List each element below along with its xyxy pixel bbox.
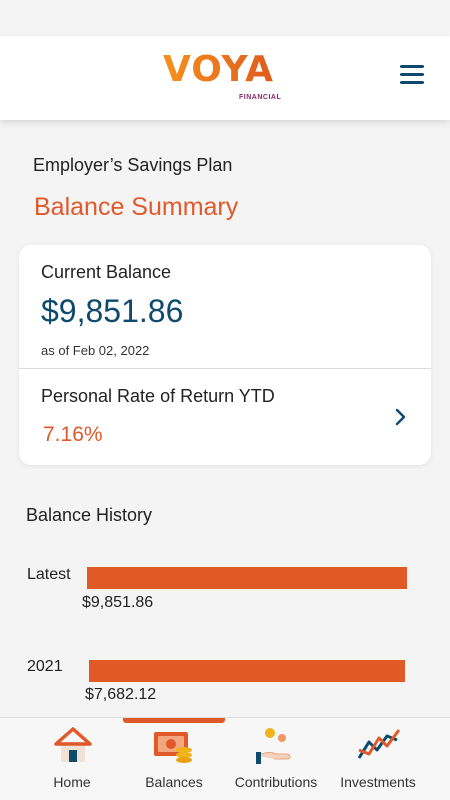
app-header: VOYA FINANCIAL bbox=[0, 36, 450, 120]
rate-of-return-row[interactable]: Personal Rate of Return YTD 7.16% bbox=[19, 369, 431, 465]
rate-of-return-label: Personal Rate of Return YTD bbox=[41, 386, 275, 406]
contributions-icon bbox=[256, 728, 291, 764]
tab-label: Contributions bbox=[234, 774, 318, 790]
tab-home[interactable]: Home bbox=[22, 718, 122, 800]
tab-label: Home bbox=[53, 774, 91, 790]
history-bar bbox=[87, 567, 407, 589]
tab-label: Investments bbox=[340, 774, 416, 790]
history-row-label: Latest bbox=[27, 566, 71, 583]
history-amount: $7,682.12 bbox=[85, 686, 157, 703]
history-amount: $9,851.86 bbox=[82, 594, 154, 611]
tab-investments[interactable]: Investments bbox=[327, 718, 429, 800]
tab-label: Balances bbox=[145, 774, 203, 790]
status-bar bbox=[0, 0, 450, 36]
tab-contributions[interactable]: Contributions bbox=[226, 718, 326, 800]
current-balance-label: Current Balance bbox=[41, 262, 172, 282]
chevron-right-icon[interactable] bbox=[393, 407, 409, 427]
balance-history-title: Balance History bbox=[26, 505, 153, 525]
voya-logo[interactable]: VOYA FINANCIAL bbox=[163, 50, 287, 110]
plan-name: Employer’s Savings Plan bbox=[33, 155, 233, 175]
as-of-date: as of Feb 02, 2022 bbox=[41, 343, 150, 358]
balances-icon bbox=[154, 732, 192, 763]
page-title: Balance Summary bbox=[34, 193, 239, 221]
balance-summary-card: Current Balance $9,851.86 as of Feb 02, … bbox=[19, 245, 431, 465]
history-bar bbox=[89, 660, 405, 682]
bottom-tab-bar: Home Balances Contributions Investments bbox=[0, 717, 450, 800]
investments-icon bbox=[357, 729, 401, 759]
history-row-label: 2021 bbox=[27, 658, 63, 675]
rate-of-return-value: 7.16% bbox=[43, 423, 103, 446]
logo-subtitle: FINANCIAL bbox=[239, 94, 282, 101]
hamburger-menu-icon[interactable] bbox=[396, 60, 428, 94]
home-icon bbox=[54, 727, 92, 762]
current-balance-value: $9,851.86 bbox=[41, 293, 184, 329]
tab-balances[interactable]: Balances bbox=[123, 718, 225, 800]
logo-wordmark: VOYA bbox=[163, 49, 275, 90]
